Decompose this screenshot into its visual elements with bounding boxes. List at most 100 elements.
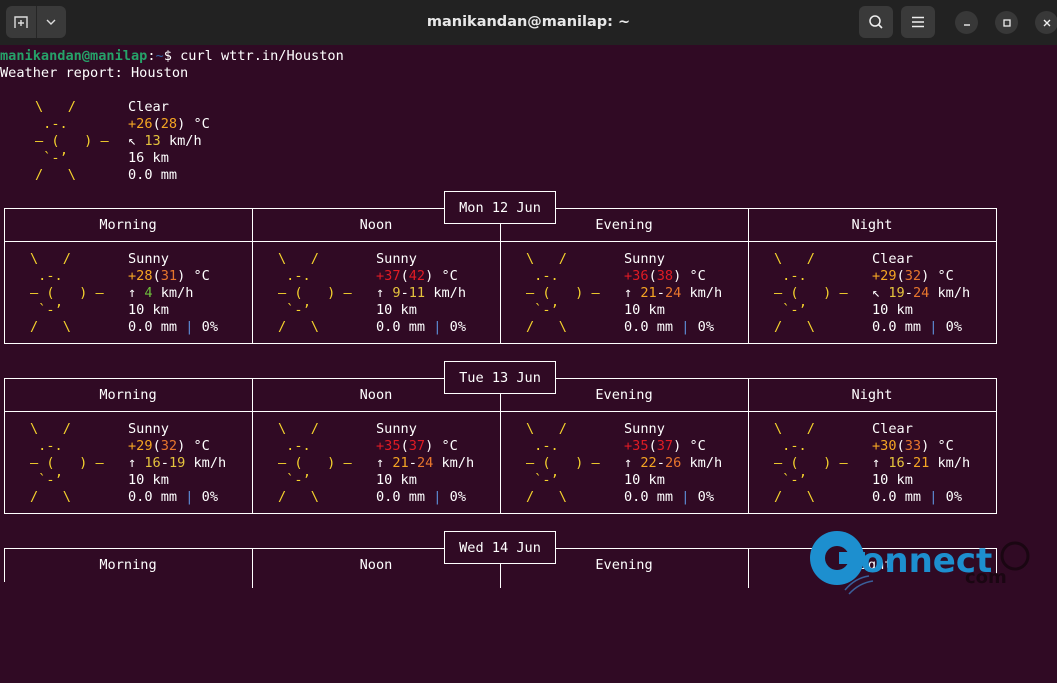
wind: ↑ 16-21 km/h — [872, 455, 971, 471]
wind: ↑ 21-24 km/h — [376, 455, 475, 471]
sun-ascii-icon: \ / .-. ― ( ) ― `-’ / \ — [30, 421, 104, 505]
condition: Sunny — [376, 251, 417, 267]
prompt-line: manikandan@manilap:~$ curl wttr.in/Houst… — [0, 48, 344, 65]
forecast-info: Sunny +37(42) °C ↑ 9-11 km/h 10 km 0.0 m… — [376, 251, 466, 336]
report-title: Weather report: Houston — [0, 65, 189, 81]
current-precipitation: 0.0 mm — [128, 167, 178, 183]
visibility: 10 km — [624, 302, 665, 318]
hamburger-menu-icon — [912, 16, 924, 28]
current-wind: ↖ 13 km/h — [128, 133, 202, 149]
condition: Clear — [872, 251, 913, 267]
temperature: +29(32) °C — [128, 438, 210, 454]
search-icon — [869, 15, 883, 29]
temperature: +37(42) °C — [376, 268, 458, 284]
forecast-info: Clear +30(33) °C ↑ 16-21 km/h 10 km 0.0 … — [872, 421, 970, 506]
minimize-button[interactable] — [955, 11, 978, 34]
sun-ascii-icon: \ / .-. ― ( ) ― `-’ / \ — [278, 251, 352, 335]
temperature: +35(37) °C — [376, 438, 458, 454]
precipitation: 0.0 mm | 0% — [376, 319, 467, 335]
forecast-day: Morning Noon Evening Night Mon 12 Jun \ / .-.… — [4, 191, 997, 344]
sun-ascii-icon: \ / .-. ― ( ) ― `-’ / \ — [526, 421, 600, 505]
forecast-cell: \ / .-. ― ( ) ― `-’ / \ Sunny +35(37) °C … — [500, 421, 746, 511]
precipitation: 0.0 mm | 0% — [872, 489, 963, 505]
prompt-path: ~ — [155, 48, 164, 64]
period-header: Night — [851, 217, 893, 233]
forecast-info: Sunny +36(38) °C ↑ 21-24 km/h 10 km 0.0 … — [624, 251, 722, 336]
prompt-separator: : — [147, 48, 156, 64]
precipitation: 0.0 mm | 0% — [624, 489, 715, 505]
wind: ↑ 16-19 km/h — [128, 455, 227, 471]
sun-ascii-icon: \ / .-. ― ( ) ― `-’ / \ — [774, 421, 848, 505]
prompt-user: manikandan@manilap — [0, 48, 148, 64]
condition: Sunny — [128, 251, 169, 267]
wind: ↑ 21-24 km/h — [624, 285, 723, 301]
current-condition: Clear — [128, 99, 169, 115]
precipitation: 0.0 mm | 0% — [376, 489, 467, 505]
visibility: 10 km — [376, 302, 417, 318]
forecast-info: Sunny +35(37) °C ↑ 22-26 km/h 10 km 0.0 … — [624, 421, 722, 506]
date-label: Tue 13 Jun — [444, 361, 556, 394]
forecast-cell: \ / .-. ― ( ) ― `-’ / \ Sunny +35(37) °C … — [252, 421, 498, 511]
temperature: +35(37) °C — [624, 438, 706, 454]
temperature: +28(31) °C — [128, 268, 210, 284]
temperature: +36(38) °C — [624, 268, 706, 284]
period-header: Morning — [99, 387, 157, 403]
maximize-button[interactable] — [995, 11, 1018, 34]
forecast-cell: \ / .-. ― ( ) ― `-’ / \ Sunny +29(32) °C … — [4, 421, 250, 511]
condition: Sunny — [624, 251, 665, 267]
precipitation: 0.0 mm | 0% — [872, 319, 963, 335]
condition: Sunny — [128, 421, 169, 437]
forecast-info: Sunny +28(31) °C ↑ 4 km/h 10 km 0.0 mm |… — [128, 251, 218, 336]
sun-ascii-icon: \ / .-. ― ( ) ― `-’ / \ — [30, 251, 104, 335]
period-header: Morning — [99, 217, 157, 233]
close-icon — [1043, 19, 1050, 26]
wind: ↑ 9-11 km/h — [376, 285, 467, 301]
current-temperature: +26(28) °C — [128, 116, 210, 132]
temperature: +30(33) °C — [872, 438, 954, 454]
minimize-icon — [963, 23, 970, 26]
visibility: 10 km — [872, 472, 913, 488]
wind: ↖ 19-24 km/h — [872, 285, 971, 301]
sun-ascii-icon: \ / .-. ― ( ) ― `-’ / \ — [35, 99, 109, 183]
sun-ascii-icon: \ / .-. ― ( ) ― `-’ / \ — [526, 251, 600, 335]
forecast-info: Sunny +35(37) °C ↑ 21-24 km/h 10 km 0.0 … — [376, 421, 474, 506]
forecast-info: Clear +29(32) °C ↖ 19-24 km/h 10 km 0.0 … — [872, 251, 970, 336]
precipitation: 0.0 mm | 0% — [128, 319, 219, 335]
date-label: Wed 14 Jun — [444, 531, 556, 564]
forecast-cell: \ / .-. ― ( ) ― `-’ / \ Clear +30(33) °C … — [748, 421, 994, 511]
period-header: Morning — [99, 557, 157, 573]
title-bar: manikandan@manilap: ~ — [0, 0, 1057, 45]
maximize-icon — [1002, 18, 1011, 27]
command-text: curl wttr.in/Houston — [180, 48, 344, 64]
prompt-symbol: $ — [163, 48, 172, 64]
wind: ↑ 22-26 km/h — [624, 455, 723, 471]
current-visibility: 16 km — [128, 150, 169, 166]
forecast-cell: \ / .-. ― ( ) ― `-’ / \ Sunny +28(31) °C … — [4, 251, 250, 341]
forecast-cell: \ / .-. ― ( ) ― `-’ / \ Clear +29(32) °C … — [748, 251, 994, 341]
precipitation: 0.0 mm | 0% — [128, 489, 219, 505]
visibility: 10 km — [376, 472, 417, 488]
forecast-cell: \ / .-. ― ( ) ― `-’ / \ Sunny +36(38) °C … — [500, 251, 746, 341]
watermark-suffix: com — [965, 567, 1007, 588]
condition: Clear — [872, 421, 913, 437]
menu-button[interactable] — [901, 6, 935, 38]
visibility: 10 km — [872, 302, 913, 318]
forecast-day: Morning Noon Evening Night Tue 13 Jun \ / .-.… — [4, 361, 997, 514]
search-button[interactable] — [859, 6, 893, 38]
temperature: +29(32) °C — [872, 268, 954, 284]
forecast-info: Sunny +29(32) °C ↑ 16-19 km/h 10 km 0.0 … — [128, 421, 226, 506]
sun-ascii-icon: \ / .-. ― ( ) ― `-’ / \ — [278, 421, 352, 505]
watermark-logo: onnect com — [805, 528, 1035, 598]
close-button[interactable] — [1035, 11, 1057, 34]
condition: Sunny — [624, 421, 665, 437]
forecast-cell: \ / .-. ― ( ) ― `-’ / \ Sunny +37(42) °C … — [252, 251, 498, 341]
visibility: 10 km — [624, 472, 665, 488]
date-label: Mon 12 Jun — [444, 191, 556, 224]
visibility: 10 km — [128, 472, 169, 488]
terminal-area[interactable]: manikandan@manilap:~$ curl wttr.in/Houst… — [0, 45, 1057, 595]
sun-ascii-icon: \ / .-. ― ( ) ― `-’ / \ — [774, 251, 848, 335]
period-header: Night — [851, 387, 893, 403]
window-title: manikandan@manilap: ~ — [426, 14, 631, 30]
wind: ↑ 4 km/h — [128, 285, 194, 301]
precipitation: 0.0 mm | 0% — [624, 319, 715, 335]
